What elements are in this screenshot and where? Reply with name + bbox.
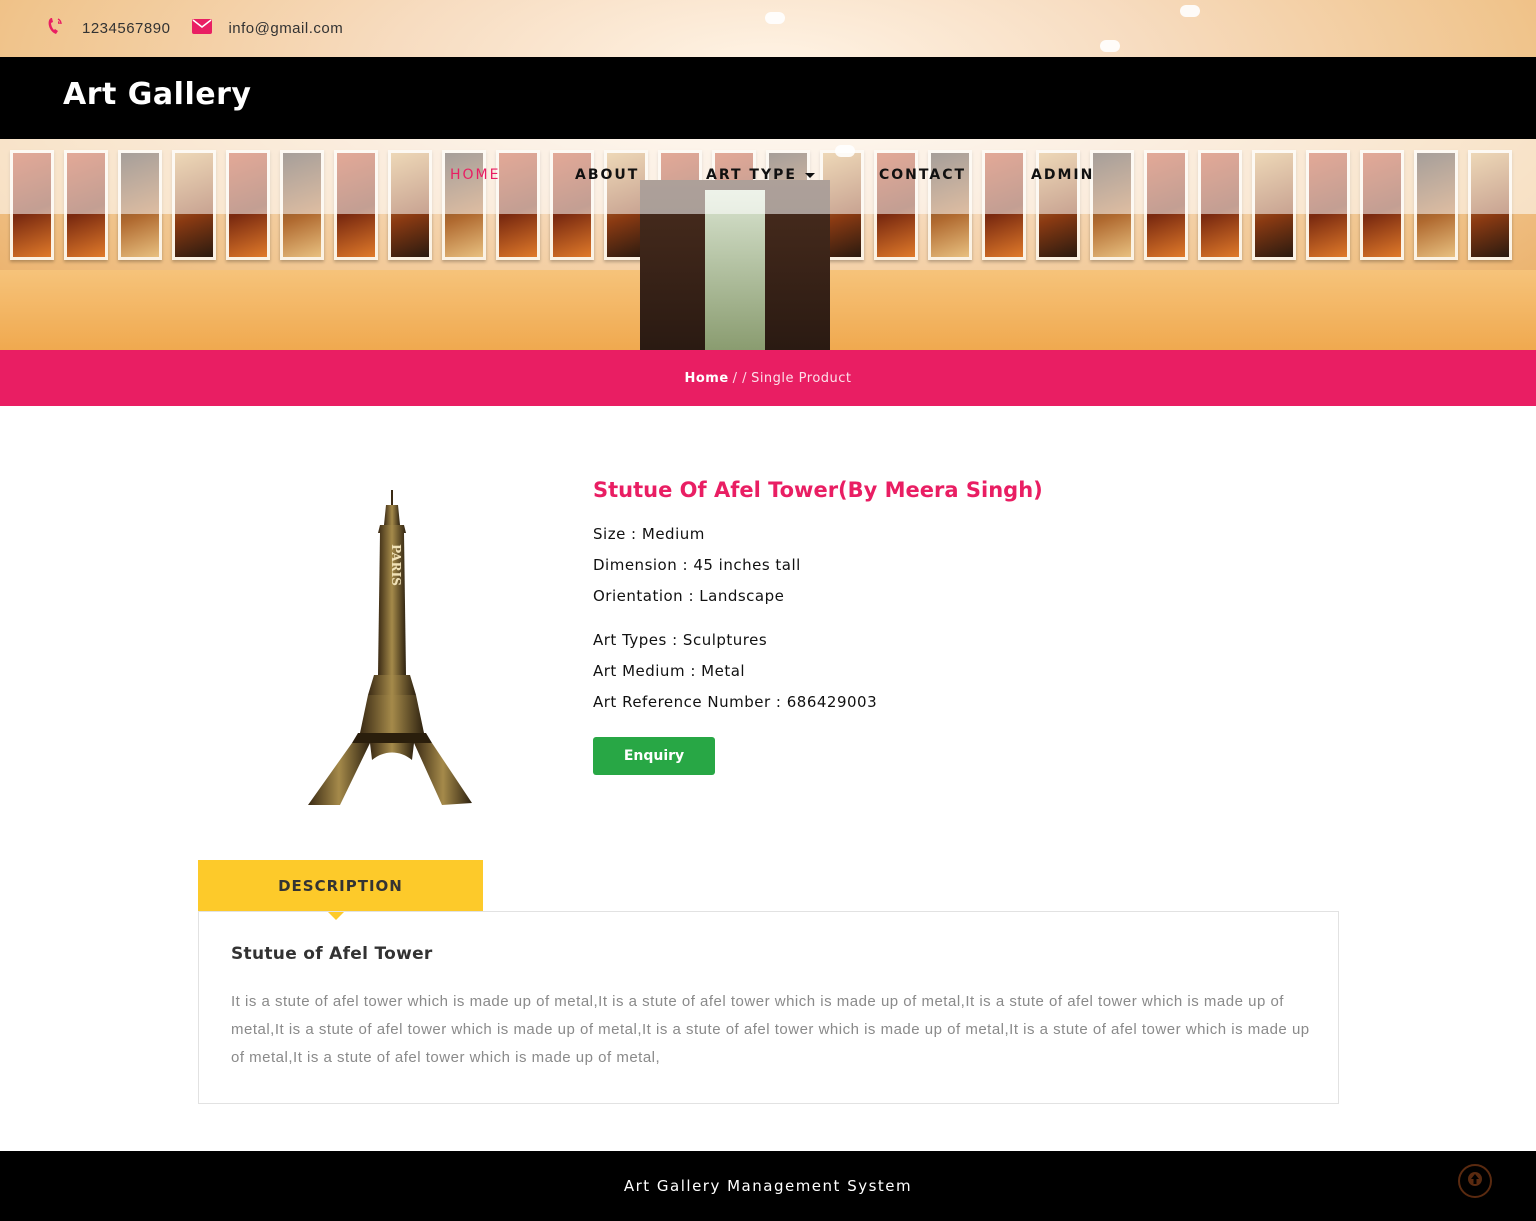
product-art-types: Art Types : Sculptures bbox=[593, 631, 768, 649]
phone-icon bbox=[46, 17, 64, 40]
site-logo[interactable]: Art Gallery bbox=[63, 77, 251, 112]
breadcrumb-separator: / / bbox=[732, 370, 748, 386]
product-image-inscription: PARIS bbox=[389, 544, 403, 586]
nav-about[interactable]: ABOUT bbox=[575, 167, 639, 183]
product-art-medium: Art Medium : Metal bbox=[593, 662, 746, 680]
footer: Art Gallery Management System bbox=[0, 1151, 1536, 1221]
contact-bar: 1234567890 info@gmail.com bbox=[0, 0, 1536, 57]
product-orientation: Orientation : Landscape bbox=[593, 587, 785, 605]
product-title: Stutue Of Afel Tower(By Meera Singh) bbox=[593, 478, 1043, 502]
nav-contact[interactable]: CONTACT bbox=[879, 167, 966, 183]
product-reference-number: Art Reference Number : 686429003 bbox=[593, 693, 878, 711]
product-size: Size : Medium bbox=[593, 525, 705, 543]
chevron-down-icon bbox=[804, 172, 815, 178]
footer-text: Art Gallery Management System bbox=[623, 1177, 913, 1195]
product-image: PARIS bbox=[300, 485, 480, 820]
tab-description[interactable]: DESCRIPTION bbox=[198, 860, 483, 920]
breadcrumb-current: Single Product bbox=[751, 370, 852, 386]
enquiry-button[interactable]: Enquiry bbox=[593, 737, 715, 775]
breadcrumb: Home / / Single Product bbox=[0, 350, 1536, 406]
description-title: Stutue of Afel Tower bbox=[231, 944, 433, 964]
main-nav: HOME ABOUT ART TYPE CONTACT ADMIN bbox=[0, 139, 1536, 214]
breadcrumb-home[interactable]: Home bbox=[684, 371, 728, 386]
description-text: It is a stute of afel tower which is mad… bbox=[231, 993, 1310, 1066]
email-address[interactable]: info@gmail.com bbox=[228, 20, 343, 37]
brand-bar: Art Gallery bbox=[0, 57, 1536, 139]
product-dimension: Dimension : 45 inches tall bbox=[593, 556, 801, 574]
nav-art-type[interactable]: ART TYPE bbox=[706, 167, 815, 183]
phone-number: 1234567890 bbox=[82, 20, 171, 37]
arrow-up-icon bbox=[1467, 1171, 1483, 1191]
nav-admin[interactable]: ADMIN bbox=[1031, 167, 1094, 183]
nav-art-type-label: ART TYPE bbox=[706, 167, 797, 183]
email-contact: info@gmail.com bbox=[192, 18, 343, 39]
phone-contact: 1234567890 bbox=[46, 17, 170, 40]
back-to-top-button[interactable] bbox=[1458, 1164, 1492, 1198]
description-panel: Stutue of Afel Tower It is a stute of af… bbox=[198, 911, 1339, 1104]
envelope-icon bbox=[192, 18, 213, 39]
nav-home[interactable]: HOME bbox=[450, 167, 500, 183]
